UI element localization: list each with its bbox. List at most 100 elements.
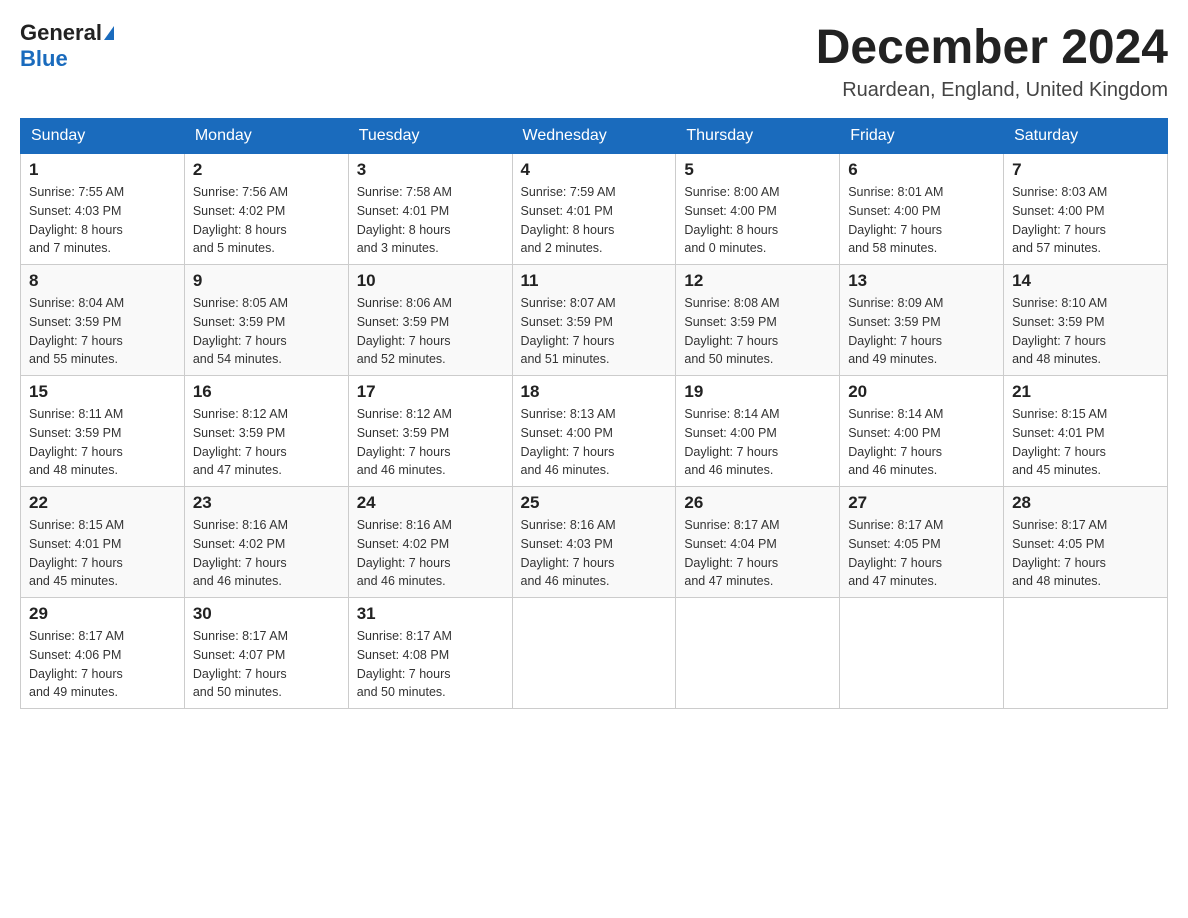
empty-cell	[1004, 598, 1168, 709]
location-text: Ruardean, England, United Kingdom	[816, 79, 1168, 102]
day-number: 11	[521, 271, 668, 291]
day-info: Sunrise: 8:08 AMSunset: 3:59 PMDaylight:…	[684, 294, 831, 369]
day-number: 3	[357, 160, 504, 180]
day-info: Sunrise: 8:17 AMSunset: 4:06 PMDaylight:…	[29, 627, 176, 702]
day-info: Sunrise: 8:16 AMSunset: 4:02 PMDaylight:…	[193, 516, 340, 591]
calendar-cell-day-22: 22Sunrise: 8:15 AMSunset: 4:01 PMDayligh…	[21, 487, 185, 598]
calendar-cell-day-1: 1 Sunrise: 7:55 AMSunset: 4:03 PMDaylight…	[21, 154, 185, 265]
column-header-thursday: Thursday	[676, 119, 840, 154]
calendar-cell-day-27: 27 Sunrise: 8:17 AMSunset: 4:05 PMDayligh…	[840, 487, 1004, 598]
day-number: 14	[1012, 271, 1159, 291]
day-info: Sunrise: 8:16 AMSunset: 4:03 PMDaylight:…	[521, 516, 668, 591]
calendar-cell-day-17: 17 Sunrise: 8:12 AMSunset: 3:59 PMDayligh…	[348, 376, 512, 487]
column-header-sunday: Sunday	[21, 119, 185, 154]
day-number: 10	[357, 271, 504, 291]
calendar-cell-day-28: 28Sunrise: 8:17 AMSunset: 4:05 PMDayligh…	[1004, 487, 1168, 598]
day-info: Sunrise: 7:58 AMSunset: 4:01 PMDaylight:…	[357, 183, 504, 258]
day-number: 9	[193, 271, 340, 291]
day-info: Sunrise: 8:09 AMSunset: 3:59 PMDaylight:…	[848, 294, 995, 369]
day-number: 20	[848, 382, 995, 402]
day-number: 22	[29, 493, 176, 513]
day-info: Sunrise: 8:17 AMSunset: 4:05 PMDaylight:…	[848, 516, 995, 591]
calendar-cell-day-7: 7 Sunrise: 8:03 AMSunset: 4:00 PMDaylight…	[1004, 154, 1168, 265]
calendar-cell-day-26: 26Sunrise: 8:17 AMSunset: 4:04 PMDayligh…	[676, 487, 840, 598]
day-number: 12	[684, 271, 831, 291]
calendar-cell-day-9: 9 Sunrise: 8:05 AMSunset: 3:59 PMDaylight…	[184, 265, 348, 376]
calendar-cell-day-25: 25 Sunrise: 8:16 AMSunset: 4:03 PMDayligh…	[512, 487, 676, 598]
logo-blue-text: Blue	[20, 46, 68, 72]
day-number: 13	[848, 271, 995, 291]
day-info: Sunrise: 8:17 AMSunset: 4:04 PMDaylight:…	[684, 516, 831, 591]
calendar-cell-day-16: 16Sunrise: 8:12 AMSunset: 3:59 PMDayligh…	[184, 376, 348, 487]
day-number: 31	[357, 604, 504, 624]
day-number: 27	[848, 493, 995, 513]
calendar-cell-day-19: 19 Sunrise: 8:14 AMSunset: 4:00 PMDayligh…	[676, 376, 840, 487]
week-row-4: 22Sunrise: 8:15 AMSunset: 4:01 PMDayligh…	[21, 487, 1168, 598]
day-info: Sunrise: 8:17 AMSunset: 4:08 PMDaylight:…	[357, 627, 504, 702]
calendar-header-row: SundayMondayTuesdayWednesdayThursdayFrid…	[21, 119, 1168, 154]
day-info: Sunrise: 8:17 AMSunset: 4:07 PMDaylight:…	[193, 627, 340, 702]
day-info: Sunrise: 8:05 AMSunset: 3:59 PMDaylight:…	[193, 294, 340, 369]
calendar-cell-day-3: 3 Sunrise: 7:58 AMSunset: 4:01 PMDaylight…	[348, 154, 512, 265]
calendar-cell-day-23: 23 Sunrise: 8:16 AMSunset: 4:02 PMDayligh…	[184, 487, 348, 598]
day-info: Sunrise: 8:15 AMSunset: 4:01 PMDaylight:…	[1012, 405, 1159, 480]
day-number: 19	[684, 382, 831, 402]
calendar-cell-day-8: 8Sunrise: 8:04 AMSunset: 3:59 PMDaylight…	[21, 265, 185, 376]
calendar-cell-day-4: 4 Sunrise: 7:59 AMSunset: 4:01 PMDaylight…	[512, 154, 676, 265]
day-info: Sunrise: 8:00 AMSunset: 4:00 PMDaylight:…	[684, 183, 831, 258]
logo-general-text: General	[20, 20, 102, 46]
column-header-monday: Monday	[184, 119, 348, 154]
empty-cell	[840, 598, 1004, 709]
day-number: 4	[521, 160, 668, 180]
day-info: Sunrise: 7:55 AMSunset: 4:03 PMDaylight:…	[29, 183, 176, 258]
week-row-3: 15 Sunrise: 8:11 AMSunset: 3:59 PMDayligh…	[21, 376, 1168, 487]
day-info: Sunrise: 8:14 AMSunset: 4:00 PMDaylight:…	[684, 405, 831, 480]
month-title: December 2024	[816, 20, 1168, 75]
day-number: 1	[29, 160, 176, 180]
week-row-2: 8Sunrise: 8:04 AMSunset: 3:59 PMDaylight…	[21, 265, 1168, 376]
day-number: 28	[1012, 493, 1159, 513]
day-info: Sunrise: 8:10 AMSunset: 3:59 PMDaylight:…	[1012, 294, 1159, 369]
column-header-wednesday: Wednesday	[512, 119, 676, 154]
day-info: Sunrise: 8:01 AMSunset: 4:00 PMDaylight:…	[848, 183, 995, 258]
day-info: Sunrise: 8:12 AMSunset: 3:59 PMDaylight:…	[193, 405, 340, 480]
day-info: Sunrise: 8:06 AMSunset: 3:59 PMDaylight:…	[357, 294, 504, 369]
day-number: 25	[521, 493, 668, 513]
calendar-cell-day-2: 2Sunrise: 7:56 AMSunset: 4:02 PMDaylight…	[184, 154, 348, 265]
day-number: 15	[29, 382, 176, 402]
day-number: 24	[357, 493, 504, 513]
day-number: 2	[193, 160, 340, 180]
week-row-1: 1 Sunrise: 7:55 AMSunset: 4:03 PMDaylight…	[21, 154, 1168, 265]
calendar-cell-day-20: 20 Sunrise: 8:14 AMSunset: 4:00 PMDayligh…	[840, 376, 1004, 487]
calendar-cell-day-30: 30 Sunrise: 8:17 AMSunset: 4:07 PMDayligh…	[184, 598, 348, 709]
day-info: Sunrise: 8:12 AMSunset: 3:59 PMDaylight:…	[357, 405, 504, 480]
column-header-saturday: Saturday	[1004, 119, 1168, 154]
page-header: General Blue December 2024 Ruardean, Eng…	[20, 20, 1168, 102]
day-info: Sunrise: 8:14 AMSunset: 4:00 PMDaylight:…	[848, 405, 995, 480]
calendar-cell-day-13: 13 Sunrise: 8:09 AMSunset: 3:59 PMDayligh…	[840, 265, 1004, 376]
day-info: Sunrise: 8:16 AMSunset: 4:02 PMDaylight:…	[357, 516, 504, 591]
column-header-friday: Friday	[840, 119, 1004, 154]
day-number: 6	[848, 160, 995, 180]
day-info: Sunrise: 7:59 AMSunset: 4:01 PMDaylight:…	[521, 183, 668, 258]
day-info: Sunrise: 8:11 AMSunset: 3:59 PMDaylight:…	[29, 405, 176, 480]
week-row-5: 29Sunrise: 8:17 AMSunset: 4:06 PMDayligh…	[21, 598, 1168, 709]
logo: General Blue	[20, 20, 116, 72]
day-number: 5	[684, 160, 831, 180]
day-number: 21	[1012, 382, 1159, 402]
day-info: Sunrise: 8:13 AMSunset: 4:00 PMDaylight:…	[521, 405, 668, 480]
day-number: 23	[193, 493, 340, 513]
calendar-cell-day-24: 24 Sunrise: 8:16 AMSunset: 4:02 PMDayligh…	[348, 487, 512, 598]
calendar-cell-day-12: 12 Sunrise: 8:08 AMSunset: 3:59 PMDayligh…	[676, 265, 840, 376]
empty-cell	[512, 598, 676, 709]
day-number: 7	[1012, 160, 1159, 180]
day-number: 17	[357, 382, 504, 402]
calendar-cell-day-14: 14 Sunrise: 8:10 AMSunset: 3:59 PMDayligh…	[1004, 265, 1168, 376]
day-number: 30	[193, 604, 340, 624]
day-number: 8	[29, 271, 176, 291]
empty-cell	[676, 598, 840, 709]
calendar-cell-day-5: 5 Sunrise: 8:00 AMSunset: 4:00 PMDaylight…	[676, 154, 840, 265]
logo-triangle-icon	[104, 26, 114, 40]
day-info: Sunrise: 8:03 AMSunset: 4:00 PMDaylight:…	[1012, 183, 1159, 258]
title-section: December 2024 Ruardean, England, United …	[816, 20, 1168, 102]
